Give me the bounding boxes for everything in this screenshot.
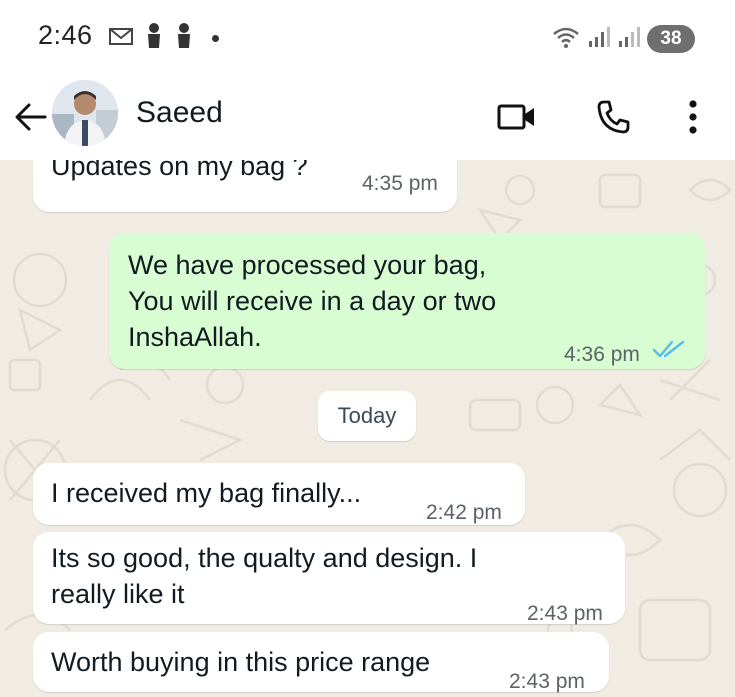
signal-icon	[587, 26, 611, 53]
message-bubble-outgoing[interactable]: We have processed your bag, You will rec…	[109, 233, 705, 369]
back-button[interactable]	[8, 94, 54, 140]
phone-icon	[597, 100, 630, 134]
voice-call-button[interactable]	[588, 92, 638, 142]
video-call-button[interactable]	[492, 92, 542, 142]
message-text: Its so good, the qualty and design. I re…	[51, 543, 478, 609]
status-time: 2:46	[38, 20, 93, 50]
message-bubble-incoming[interactable]: Its so good, the qualty and design. I re…	[33, 532, 625, 625]
message-time: 4:36 pm	[564, 343, 640, 366]
contact-name[interactable]: Saeed	[136, 96, 223, 130]
message-time: 4:35 pm	[362, 172, 438, 195]
notification-icon	[144, 22, 164, 55]
message-bubble-incoming[interactable]: Updates on my bag ? 4:35 pm	[33, 160, 457, 212]
double-check-icon	[652, 340, 685, 358]
status-notification-icons	[108, 22, 219, 54]
battery-indicator: 38	[647, 25, 695, 53]
chat-header: 2:46 38 Saeed	[0, 0, 735, 160]
app-bar: Saeed	[0, 80, 735, 160]
message-text: Updates on my bag ?	[51, 160, 308, 181]
message-text: Worth buying in this price range	[51, 647, 431, 677]
message-text: I received my bag finally...	[51, 478, 362, 508]
avatar[interactable]	[52, 80, 118, 146]
chat-area[interactable]: Updates on my bag ? 4:35 pm We have proc…	[0, 160, 735, 697]
gmail-icon	[108, 26, 134, 51]
more-options-icon	[689, 100, 697, 134]
notification-icon	[174, 22, 194, 55]
message-time: 2:42 pm	[426, 501, 502, 524]
back-arrow-icon	[15, 103, 47, 131]
status-bar: 2:46 38	[0, 0, 735, 80]
wifi-icon	[551, 25, 581, 54]
message-bubble-incoming[interactable]: Worth buying in this price range 2:43 pm	[33, 632, 609, 693]
video-call-icon	[497, 104, 534, 130]
signal-icon	[617, 26, 641, 53]
message-text: We have processed your bag, You will rec…	[128, 250, 497, 352]
status-system-icons: 38	[551, 22, 695, 56]
dot-icon	[212, 34, 219, 42]
date-divider: Today	[318, 391, 416, 441]
message-bubble-incoming[interactable]: I received my bag finally... 2:42 pm	[33, 463, 525, 525]
message-time: 2:43 pm	[527, 602, 603, 625]
more-options-button[interactable]	[668, 92, 718, 142]
message-time: 2:43 pm	[509, 670, 585, 693]
